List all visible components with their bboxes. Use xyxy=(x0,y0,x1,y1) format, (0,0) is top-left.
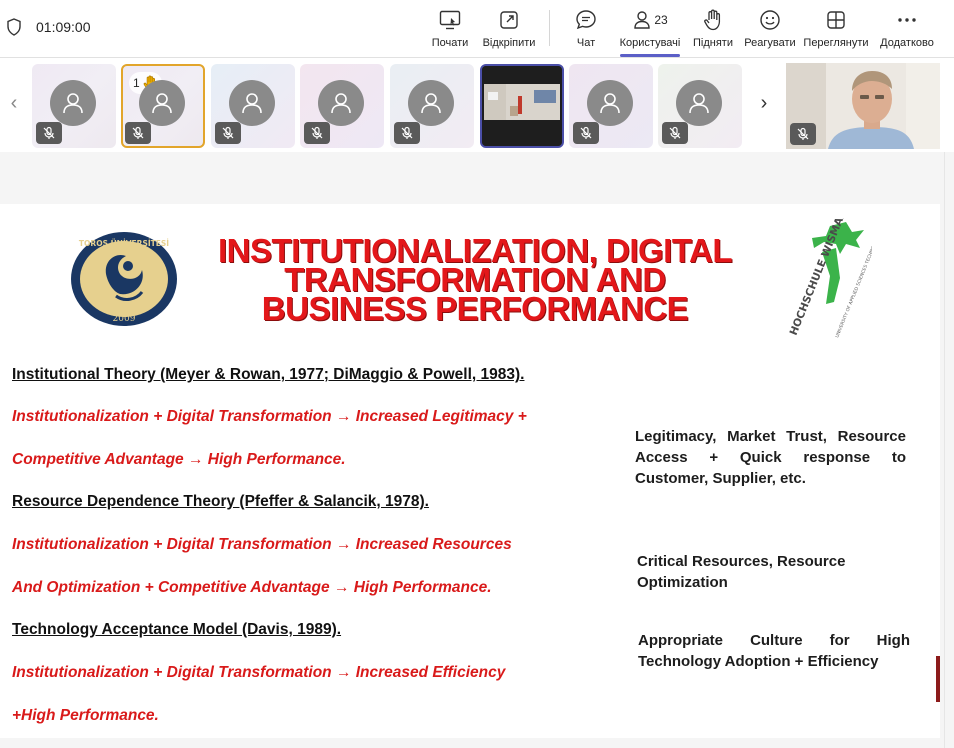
culture-adoption-note: Appropriate Culture for High Technology … xyxy=(638,632,910,670)
chevron-right-icon: › xyxy=(760,91,768,114)
participant-video-tile[interactable] xyxy=(480,64,564,148)
person-icon xyxy=(152,93,172,114)
pop-out-button-label: Відкріпити xyxy=(482,37,536,49)
react-button-label: Реагувати xyxy=(744,37,796,49)
person-icon xyxy=(242,93,262,114)
classroom-video-image xyxy=(482,66,562,146)
equation-line: Institutionalization + Digital Transform… xyxy=(12,664,506,681)
participant-tile-hand-raised[interactable]: 1 xyxy=(121,64,205,148)
share-screen-icon xyxy=(438,8,462,32)
avatar xyxy=(676,80,722,126)
view-button-label: Переглянути xyxy=(803,37,869,49)
resource-dependence-theory-heading: Resource Dependence Theory (Pfeffer & Sa… xyxy=(12,493,429,510)
strip-prev-button[interactable]: ‹ xyxy=(0,88,28,118)
chat-icon xyxy=(574,8,598,32)
person-icon xyxy=(421,93,441,114)
shared-slide: TOROS ÜNİVERSİTESİ 2009 INSTITUTIONALIZA… xyxy=(0,183,940,738)
react-button[interactable]: Реагувати xyxy=(744,6,796,54)
participant-tile[interactable] xyxy=(658,64,742,148)
person-icon xyxy=(331,93,351,114)
share-button[interactable]: Почати xyxy=(429,6,471,54)
avatar xyxy=(408,80,454,126)
equation-line: Institutionalization + Digital Transform… xyxy=(12,536,512,553)
hochschule-wismar-logo: HOCHSCHULE WISMAR UNIVERSITY OF APPLIED … xyxy=(778,183,902,345)
react-icon xyxy=(758,8,782,32)
avatar xyxy=(229,80,275,126)
toolbar-divider xyxy=(549,10,550,46)
legitimacy-note: Legitimacy, Market Trust, Resource Acces… xyxy=(635,428,906,487)
chevron-left-icon: ‹ xyxy=(10,91,18,114)
critical-resources-note: Critical Resources, Resource Optimizatio… xyxy=(637,553,846,591)
person-icon xyxy=(689,93,709,114)
people-icon: 23 xyxy=(626,8,674,32)
avatar xyxy=(139,80,185,126)
mic-off-icon xyxy=(36,122,62,144)
shield-icon xyxy=(7,18,21,36)
mic-off-icon xyxy=(125,122,151,144)
pop-out-button[interactable]: Відкріпити xyxy=(481,6,537,54)
equation-line: Competitive Advantage → High Performance… xyxy=(12,451,346,468)
people-button-label: Користувачі xyxy=(619,37,681,49)
people-count: 23 xyxy=(654,13,668,27)
speaker-video-tile[interactable] xyxy=(786,63,940,149)
institutional-theory-heading: Institutional Theory (Meyer & Rowan, 197… xyxy=(12,366,525,383)
view-button[interactable]: Переглянути xyxy=(803,6,869,54)
participant-tile[interactable] xyxy=(390,64,474,148)
mic-off-icon xyxy=(215,122,241,144)
strip-next-button[interactable]: › xyxy=(750,88,778,118)
more-button-label: Додатково xyxy=(880,37,934,49)
chat-button[interactable]: Чат xyxy=(572,6,600,54)
toros-university-logo: TOROS ÜNİVERSİTESİ 2009 xyxy=(70,230,178,333)
meeting-timer: 01:09:00 xyxy=(36,19,91,35)
mic-off-icon xyxy=(304,122,330,144)
slide-title: INSTITUTIONALIZATION, DIGITAL TRANSFORMA… xyxy=(217,232,733,327)
participant-tile[interactable] xyxy=(32,64,116,148)
people-button[interactable]: 23 Користувачі xyxy=(617,6,683,54)
participant-tile[interactable] xyxy=(300,64,384,148)
mic-off-icon xyxy=(790,123,816,145)
raise-hand-button[interactable]: Підняти xyxy=(692,6,734,54)
scrollbar[interactable] xyxy=(944,152,954,748)
chat-button-label: Чат xyxy=(576,37,596,49)
person-icon xyxy=(63,93,83,114)
logo-left-year: 2009 xyxy=(113,314,136,324)
hand-count: 1 xyxy=(133,76,140,90)
equation-line: +High Performance. xyxy=(12,707,159,724)
more-button[interactable]: Додатково xyxy=(878,6,936,54)
technology-acceptance-model-heading: Technology Acceptance Model (Davis, 1989… xyxy=(12,621,342,638)
raise-hand-button-label: Підняти xyxy=(693,37,733,49)
slide-edge-marker xyxy=(936,656,940,702)
view-icon xyxy=(824,8,848,32)
avatar xyxy=(50,80,96,126)
logo-left-name: TOROS ÜNİVERSİTESİ xyxy=(79,239,169,248)
mic-off-icon xyxy=(573,122,599,144)
avatar xyxy=(587,80,633,126)
equation-line: And Optimization + Competitive Advantage… xyxy=(12,579,492,596)
person-icon xyxy=(600,93,620,114)
share-button-label: Почати xyxy=(431,37,469,49)
participant-tile[interactable] xyxy=(211,64,295,148)
mic-off-icon xyxy=(394,122,420,144)
avatar xyxy=(318,80,364,126)
pop-out-icon xyxy=(497,8,521,32)
participant-tile[interactable] xyxy=(569,64,653,148)
more-icon xyxy=(895,8,919,32)
mic-off-icon xyxy=(662,122,688,144)
meeting-toolbar: 01:09:00 Почати Відкріпити Чат 23 Корист… xyxy=(0,0,954,58)
equation-line: Institutionalization + Digital Transform… xyxy=(12,408,527,425)
active-tab-indicator xyxy=(620,54,680,57)
raise-hand-icon xyxy=(701,8,725,32)
